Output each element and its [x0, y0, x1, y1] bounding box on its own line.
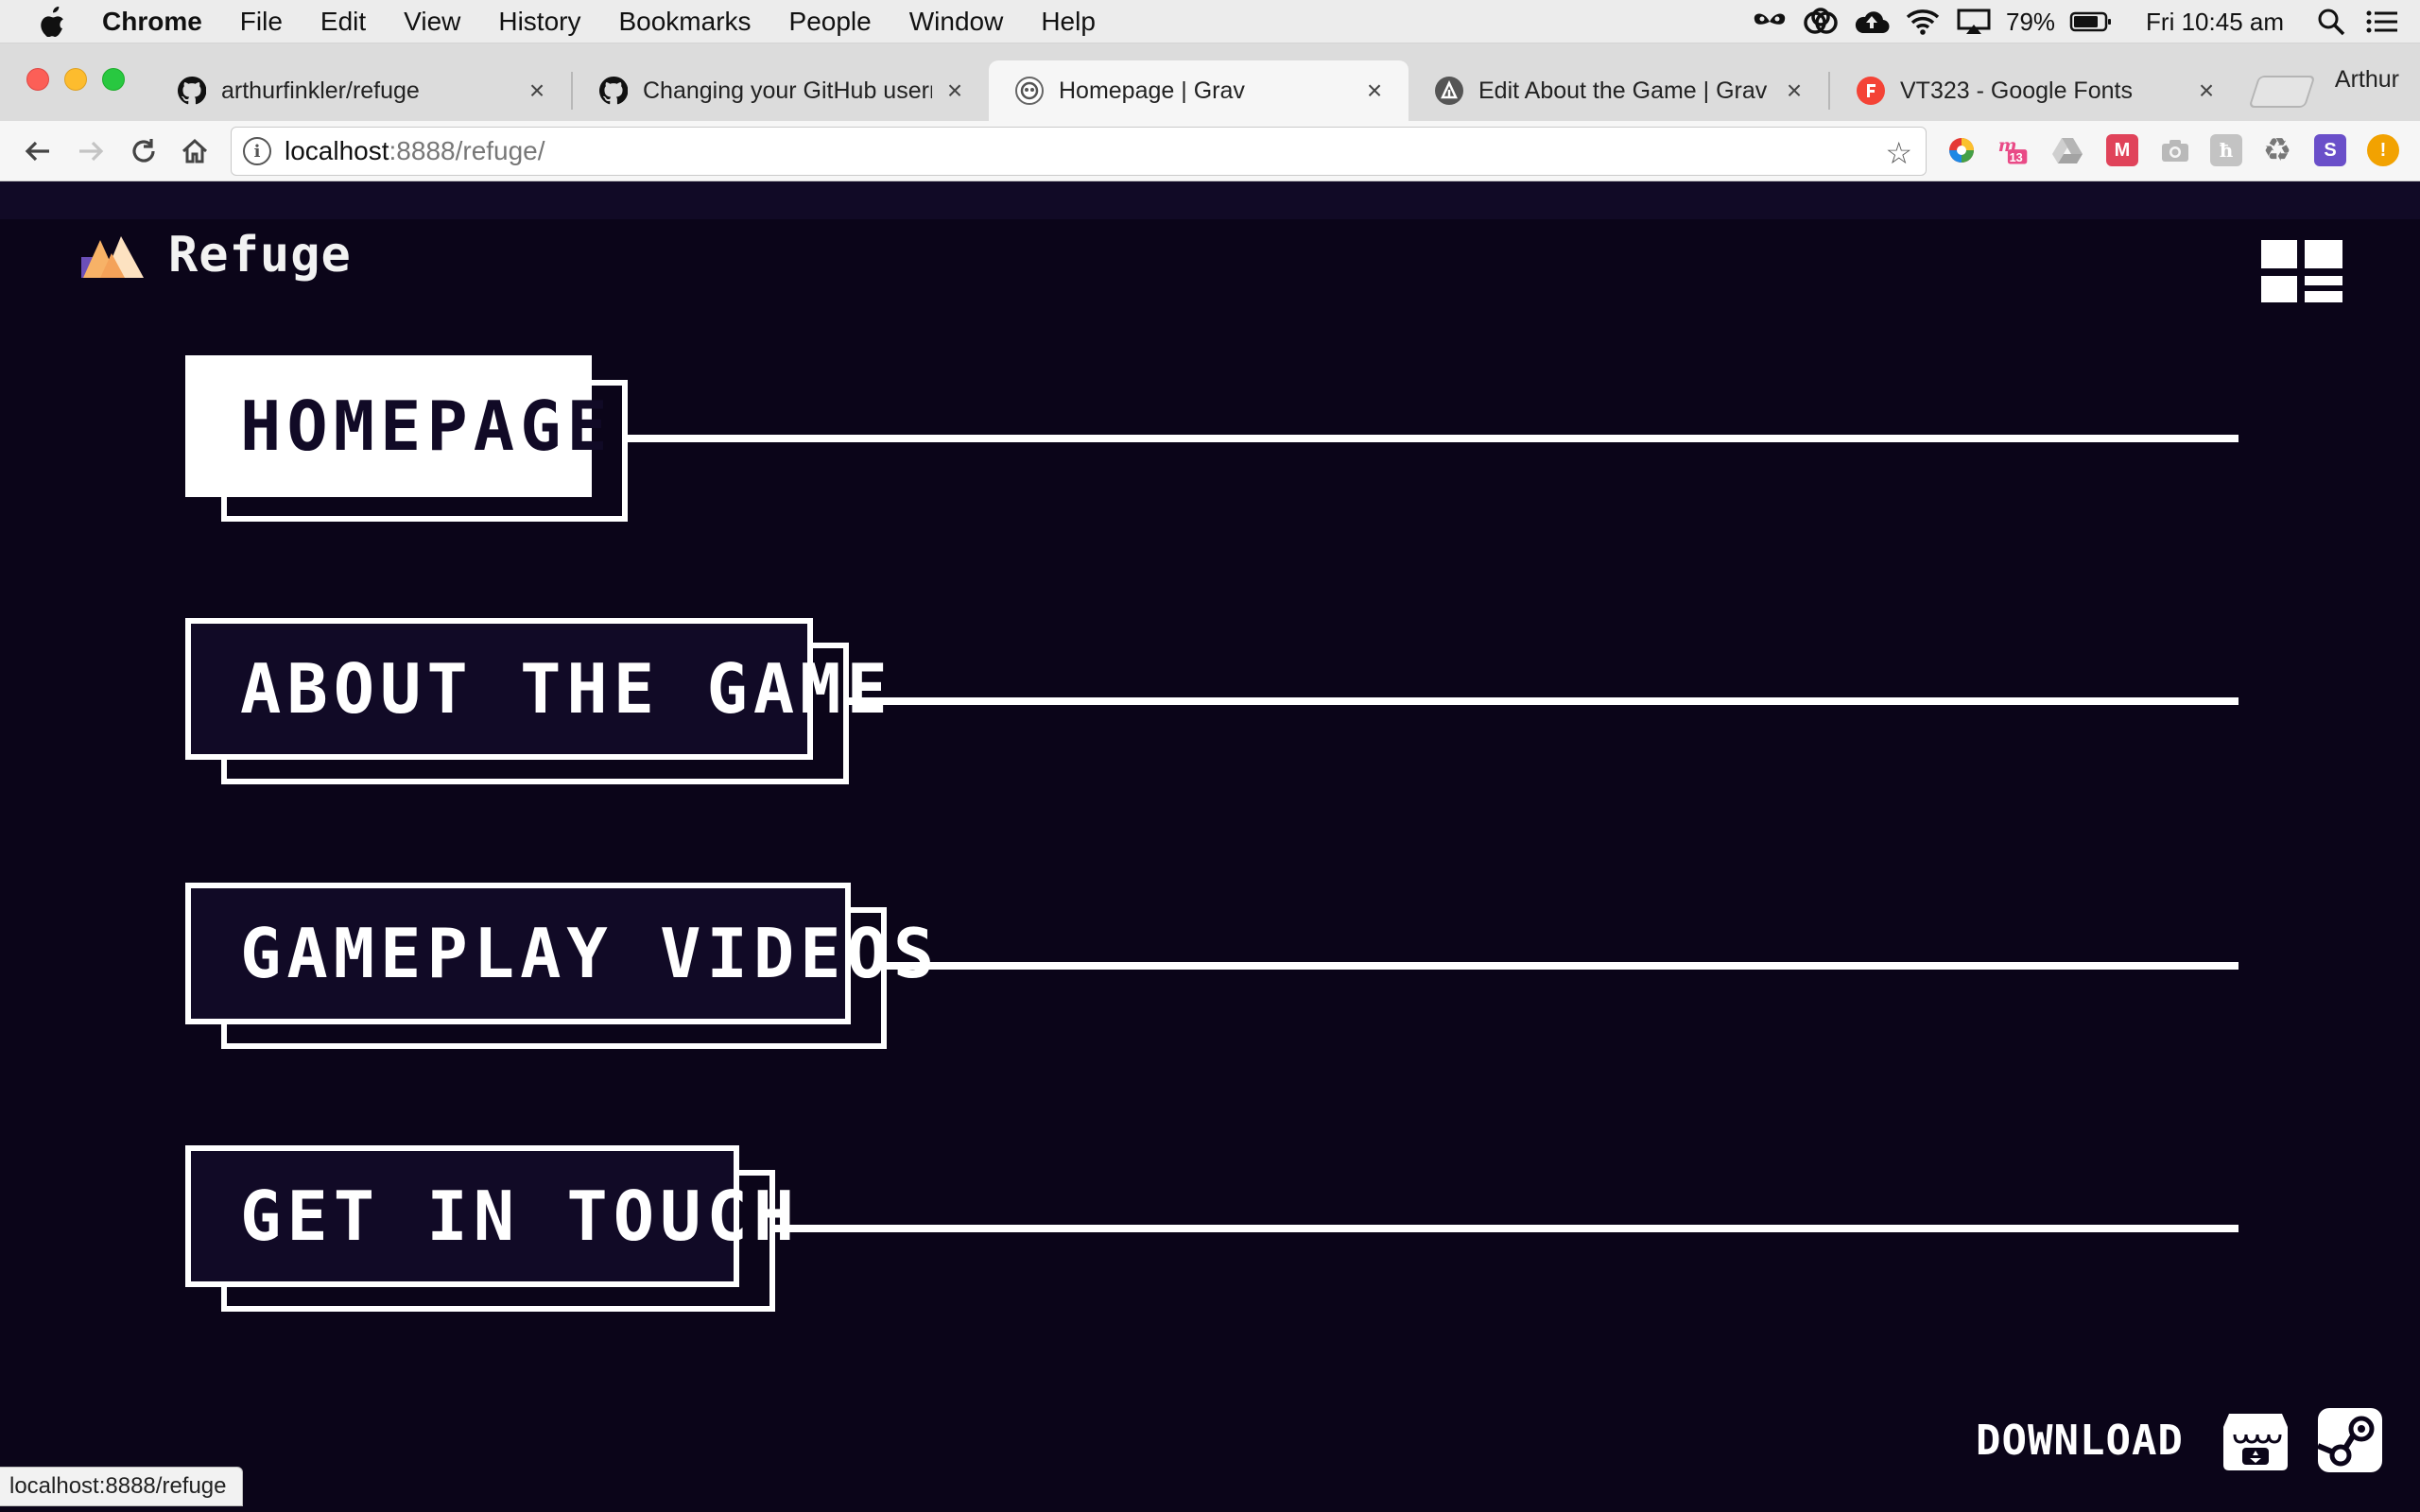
forward-button[interactable]: [72, 132, 110, 170]
menu-grid-button[interactable]: [2261, 240, 2342, 302]
nav-button-homepage[interactable]: HOMEPAGE: [185, 355, 608, 497]
nav-button-about-the-game[interactable]: ABOUT THE GAME: [185, 618, 888, 760]
apple-menu-icon[interactable]: [36, 5, 70, 39]
drive-extension[interactable]: [2051, 134, 2083, 166]
site-info-icon[interactable]: i: [243, 137, 271, 165]
tab-changing-github-username[interactable]: Changing your GitHub userna ×: [573, 60, 989, 121]
color-picker-extension[interactable]: [1945, 134, 1978, 166]
menu-view[interactable]: View: [404, 7, 460, 37]
home-button[interactable]: [176, 132, 214, 170]
new-tab-button[interactable]: [2248, 76, 2316, 108]
menu-bookmarks[interactable]: Bookmarks: [618, 7, 751, 37]
steam-icon[interactable]: [2316, 1406, 2384, 1474]
page-top-band: [0, 181, 2420, 219]
nav-line: [887, 962, 2238, 970]
nav-line: [849, 697, 2238, 705]
link-status-bubble: localhost:8888/refuge: [0, 1467, 243, 1506]
menu-file[interactable]: File: [240, 7, 283, 37]
spotlight-search-icon[interactable]: [2312, 0, 2350, 43]
tab-close-icon[interactable]: ×: [942, 76, 968, 106]
battery-icon[interactable]: [2068, 0, 2114, 43]
page-viewport: Refuge HOMEPAGE ABOUT THE GAME GAMEPLAY …: [0, 181, 2420, 1512]
google-fonts-icon: [1857, 77, 1885, 105]
extension-badge: 13: [2010, 150, 2023, 164]
m-extension[interactable]: M: [2106, 134, 2138, 166]
airplay-icon[interactable]: [1955, 0, 1993, 43]
tab-edit-about-the-game[interactable]: Edit About the Game | Grav ×: [1409, 60, 1828, 121]
nav-item-about-the-game[interactable]: ABOUT THE GAME: [0, 618, 2420, 788]
tab-close-icon[interactable]: ×: [1781, 76, 1807, 106]
nav-label: ABOUT THE GAME: [240, 649, 893, 729]
grav-admin-icon: [1435, 77, 1463, 105]
butterfly-icon[interactable]: [1751, 0, 1789, 43]
alert-extension[interactable]: !: [2367, 134, 2399, 166]
profile-button[interactable]: Arthur: [2335, 66, 2399, 94]
nav-item-homepage[interactable]: HOMEPAGE: [0, 355, 2420, 525]
menu-bar-status-area: 79% Fri 10:45 am: [1751, 0, 2420, 43]
recycle-extension[interactable]: ♻: [2261, 132, 2293, 168]
nav-button-get-in-touch[interactable]: GET IN TOUCH: [185, 1145, 794, 1287]
tab-homepage-grav[interactable]: Homepage | Grav ×: [989, 60, 1409, 121]
url-host: localhost: [285, 136, 389, 165]
address-bar[interactable]: i localhost:8888/refuge/ ☆: [231, 127, 1927, 176]
menu-history[interactable]: History: [498, 7, 580, 37]
nav-line: [628, 435, 2238, 442]
tab-arthurfinkler-refuge[interactable]: arthurfinkler/refuge ×: [151, 60, 571, 121]
notification-center-icon[interactable]: [2363, 0, 2401, 43]
battery-percentage: 79%: [2006, 7, 2056, 36]
nav-label: GET IN TOUCH: [240, 1177, 801, 1256]
download-label: DOWNLOAD: [1976, 1416, 2184, 1465]
bookmark-star-icon[interactable]: ☆: [1885, 135, 1912, 171]
back-button[interactable]: [19, 132, 57, 170]
nav-item-gameplay-videos[interactable]: GAMEPLAY VIDEOS: [0, 883, 2420, 1053]
macos-menu-bar: Chrome File Edit View History Bookmarks …: [0, 0, 2420, 43]
tab-title: Edit About the Game | Grav: [1478, 77, 1768, 104]
grav-icon: [1015, 77, 1044, 105]
github-icon: [599, 77, 628, 105]
camera-extension[interactable]: [2159, 134, 2191, 166]
mountain-logo-icon: [81, 236, 144, 278]
browser-tab-strip: arthurfinkler/refuge × Changing your Git…: [0, 43, 2420, 121]
calendar-extension[interactable]: m 13: [1996, 134, 2029, 166]
close-window-button[interactable]: [26, 68, 49, 91]
grid-menu-icon: [2261, 240, 2342, 302]
url-path: :8888/refuge/: [389, 136, 545, 165]
wifi-icon[interactable]: [1904, 0, 1942, 43]
nav-label: GAMEPLAY VIDEOS: [240, 914, 941, 993]
menu-window[interactable]: Window: [909, 7, 1004, 37]
zoom-window-button[interactable]: [102, 68, 125, 91]
h-extension[interactable]: ħ: [2210, 134, 2242, 166]
window-controls: [26, 68, 125, 91]
nav-line: [775, 1225, 2238, 1232]
browser-toolbar: i localhost:8888/refuge/ ☆ m 13 M ħ ♻ S !: [0, 121, 2420, 181]
menu-chrome[interactable]: Chrome: [102, 7, 202, 37]
tab-close-icon[interactable]: ×: [1361, 76, 1388, 106]
s-extension[interactable]: S: [2314, 134, 2346, 166]
site-name: Refuge: [168, 227, 352, 284]
menu-help[interactable]: Help: [1041, 7, 1096, 37]
tab-vt323-google-fonts[interactable]: VT323 - Google Fonts ×: [1830, 60, 2240, 121]
site-logo[interactable]: Refuge: [79, 227, 352, 284]
creative-cloud-icon[interactable]: [1802, 0, 1840, 43]
menu-bar-clock[interactable]: Fri 10:45 am: [2146, 8, 2284, 37]
tab-close-icon[interactable]: ×: [524, 76, 550, 106]
minimize-window-button[interactable]: [64, 68, 87, 91]
nav-button-gameplay-videos[interactable]: GAMEPLAY VIDEOS: [185, 883, 934, 1024]
download-section: DOWNLOAD: [1976, 1406, 2411, 1474]
nav-item-get-in-touch[interactable]: GET IN TOUCH: [0, 1145, 2420, 1315]
tab-close-icon[interactable]: ×: [2193, 76, 2220, 106]
nav-label: HOMEPAGE: [240, 387, 614, 466]
menu-edit[interactable]: Edit: [320, 7, 366, 37]
tab-title: Homepage | Grav: [1059, 77, 1245, 104]
reload-button[interactable]: [125, 132, 163, 170]
cloud-upload-icon[interactable]: [1853, 0, 1891, 43]
tab-title: Changing your GitHub userna: [643, 77, 932, 104]
tab-title: arthurfinkler/refuge: [221, 77, 420, 104]
github-icon: [178, 77, 206, 105]
itch-io-icon[interactable]: [2221, 1406, 2290, 1474]
menu-people[interactable]: People: [789, 7, 872, 37]
tab-title: VT323 - Google Fonts: [1900, 77, 2133, 104]
